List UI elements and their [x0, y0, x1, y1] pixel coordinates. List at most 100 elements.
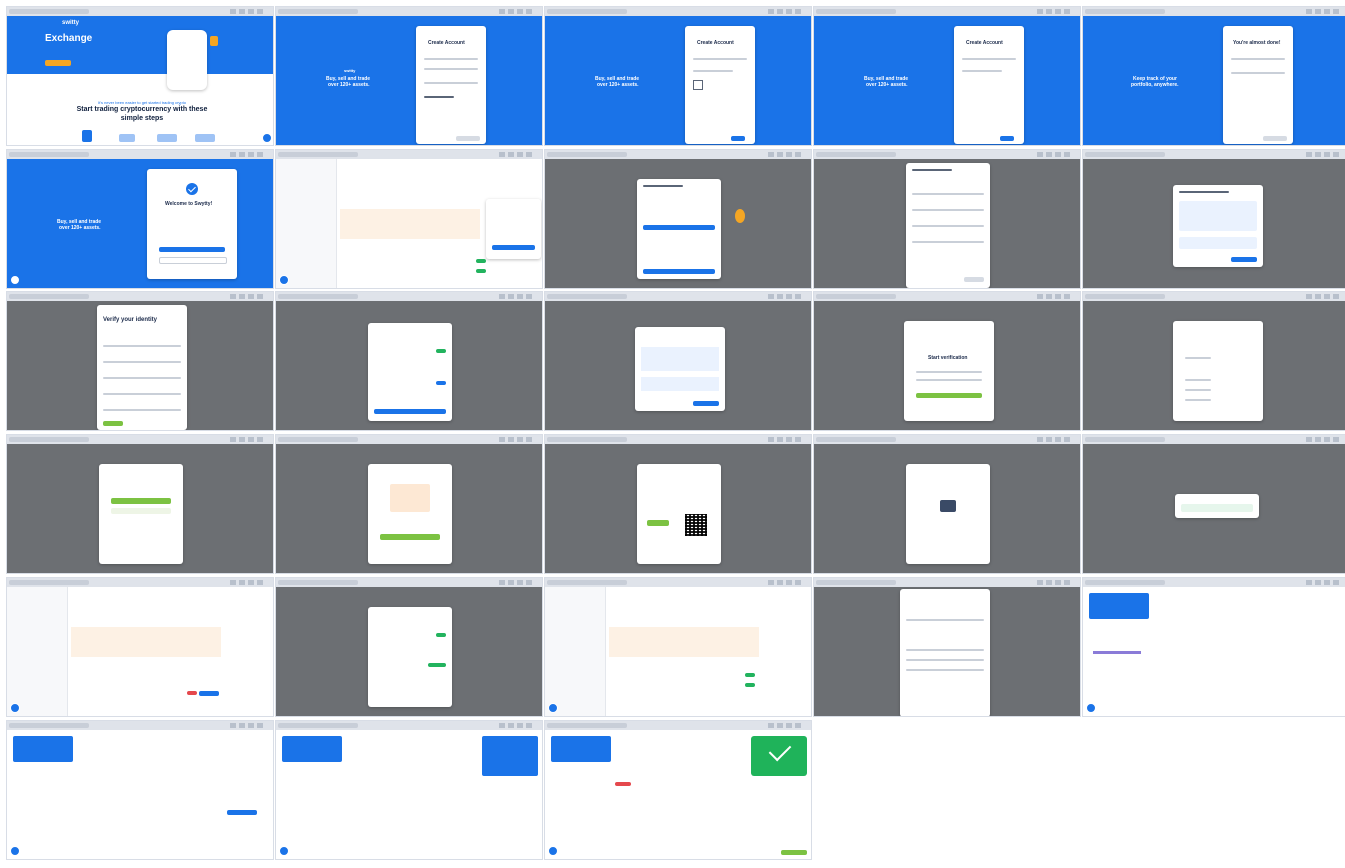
choose-device-tile	[6, 434, 274, 574]
secondary-button[interactable]	[159, 257, 227, 264]
completion-notice	[1175, 494, 1259, 518]
submit-button[interactable]	[103, 421, 123, 426]
next-button[interactable]	[1000, 136, 1014, 141]
continue-on-desktop-button[interactable]	[111, 508, 171, 514]
copy-link-button[interactable]	[647, 520, 669, 526]
step-illustration-icon	[119, 134, 135, 142]
chat-bubble-icon[interactable]	[279, 846, 289, 856]
start-verification-modal: Start verification	[904, 321, 994, 421]
card-title: You're almost done!	[1233, 40, 1281, 46]
signup-card: Create Account	[416, 26, 486, 144]
personal-details-modal-tile	[813, 149, 1081, 289]
start-verification-tile: Start verification	[813, 291, 1081, 431]
illustration	[735, 209, 745, 223]
steps-title-line1: Start trading cryptocurrency with these	[76, 106, 208, 113]
status-pill	[436, 381, 446, 385]
chat-bubble-icon[interactable]	[1086, 703, 1096, 713]
next-button[interactable]	[456, 136, 480, 141]
welcome-card: Welcome to Swytty!	[147, 169, 237, 279]
authenticate-modal	[635, 327, 725, 411]
convert-preview-card[interactable]	[482, 736, 538, 776]
verify-button[interactable]	[199, 691, 219, 696]
dashboard-status-tile	[544, 577, 812, 717]
signup-card: Create Account	[954, 26, 1024, 144]
screenshot-grid: switty Exchange It's never been easier t…	[0, 0, 1345, 868]
landing-page-tile: switty Exchange It's never been easier t…	[6, 6, 274, 146]
verification-status-modal-tile	[275, 577, 543, 717]
start-button[interactable]	[916, 393, 982, 398]
status-pill	[615, 782, 631, 786]
hero-title: Exchange	[45, 33, 93, 44]
promo-banner[interactable]	[13, 736, 73, 762]
status-pill	[436, 349, 446, 353]
verify-personal-info-tile	[1082, 149, 1345, 289]
chat-bubble-icon[interactable]	[262, 133, 272, 143]
dashboard-home-tile	[1082, 577, 1345, 717]
keep-track-line2: portfolio, anywhere.	[1131, 82, 1179, 88]
step-illustration-icon	[157, 134, 177, 142]
sidebar	[7, 587, 68, 716]
promo-banner[interactable]	[551, 736, 611, 762]
trade-button[interactable]	[227, 810, 257, 815]
promo-banner[interactable]	[282, 736, 342, 762]
next-button[interactable]	[731, 136, 745, 141]
verification-banner	[609, 627, 759, 657]
hero-title-line2: over 120+ assets.	[597, 82, 639, 88]
document-type-tile	[1082, 291, 1345, 431]
next-button[interactable]	[1263, 136, 1287, 141]
chat-bubble-icon[interactable]	[10, 275, 20, 285]
verification-modal	[637, 179, 721, 279]
device-choice-modal	[99, 464, 183, 564]
card-title: Welcome to Swytty!	[165, 201, 213, 207]
primary-button[interactable]	[159, 247, 225, 252]
start-button[interactable]	[643, 225, 715, 230]
check-phone-tile	[813, 434, 1081, 574]
photo-guidelines-modal	[368, 464, 452, 564]
dashboard-pending-tile	[6, 577, 274, 717]
status-pill	[187, 691, 197, 695]
check-phone-modal	[906, 464, 990, 564]
card-title: Create Account	[966, 40, 1003, 46]
chat-bubble-icon[interactable]	[279, 275, 289, 285]
verify-now-button[interactable]	[492, 245, 535, 250]
confirm-button[interactable]	[1231, 257, 1257, 262]
verification-banner	[340, 209, 480, 239]
chat-bubble-icon[interactable]	[10, 703, 20, 713]
continue-on-phone-button[interactable]	[111, 498, 171, 504]
phone-icon	[940, 500, 956, 512]
status-pill	[428, 663, 446, 667]
dashboard-verify-tile	[275, 149, 543, 289]
promo-banner[interactable]	[1089, 593, 1149, 619]
dashboard-success-tile	[544, 720, 812, 860]
get-started-button[interactable]	[45, 60, 71, 66]
take-photo-button[interactable]	[380, 534, 440, 540]
brand-logo[interactable]: switty	[62, 20, 79, 26]
next-button[interactable]	[964, 277, 984, 282]
captcha-checkbox[interactable]	[693, 80, 703, 90]
dashboard-trade-tile	[6, 720, 274, 860]
modal-title: Start verification	[928, 355, 968, 361]
chat-bubble-icon[interactable]	[548, 703, 558, 713]
hero-title-line2: over 120+ assets.	[866, 82, 908, 88]
personal-details-modal	[906, 163, 990, 288]
create-account-step2-tile: Buy, sell and trade over 120+ assets. Cr…	[544, 6, 812, 146]
sidebar	[276, 159, 337, 288]
chat-bubble-icon[interactable]	[548, 846, 558, 856]
steps-kicker: It's never been easier to get started tr…	[98, 100, 186, 105]
portfolio-bar	[1093, 651, 1141, 654]
authenticate-options-tile	[544, 291, 812, 431]
confirm-button[interactable]	[781, 850, 807, 855]
continue-button[interactable]	[643, 269, 715, 274]
chat-bubble-icon[interactable]	[10, 846, 20, 856]
photo-guidelines-tile	[275, 434, 543, 574]
qr-code-tile	[544, 434, 812, 574]
success-check-icon	[186, 183, 198, 195]
status-pill	[436, 633, 446, 637]
verification-modal	[368, 607, 452, 707]
card-title: Create Account	[697, 40, 734, 46]
verify-identity-form-tile: Verify your identity	[6, 291, 274, 431]
dashboard-convert-tile	[275, 720, 543, 860]
continue-button[interactable]	[693, 401, 719, 406]
continue-button[interactable]	[374, 409, 446, 414]
verification-steps-tile	[275, 291, 543, 431]
